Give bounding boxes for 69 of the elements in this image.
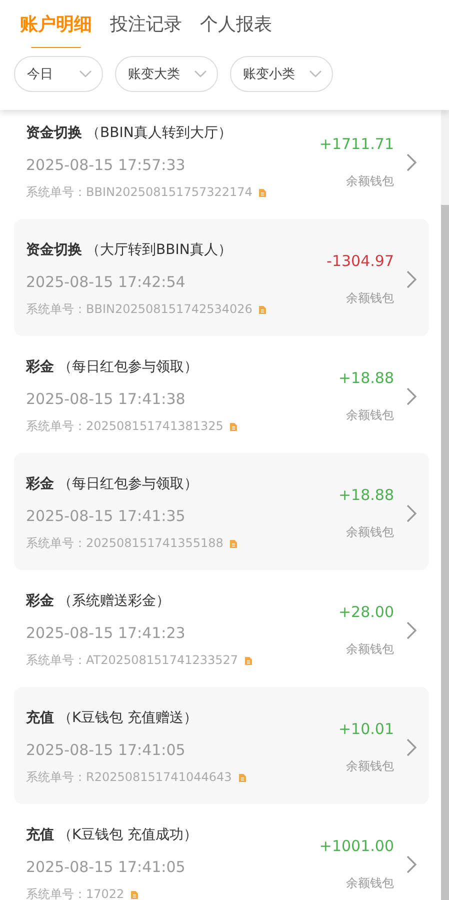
wallet-label: 余额钱包	[346, 641, 394, 658]
wallet-label: 余额钱包	[346, 290, 394, 307]
order-number: 系统单号：AT202508151741233527	[26, 652, 238, 669]
copy-icon[interactable]	[229, 538, 238, 548]
chevron-right-icon[interactable]	[406, 270, 417, 289]
record-note: （每日红包参与领取）	[58, 359, 198, 375]
record-title: 彩金	[26, 593, 54, 609]
filter-dropdown[interactable]: 今日	[14, 56, 103, 92]
chevron-down-icon	[194, 70, 207, 78]
record-time: 2025-08-15 17:41:35	[26, 507, 186, 525]
record-amount: +18.88	[338, 486, 394, 504]
record-amount: +28.00	[338, 603, 394, 621]
record-amount: +1711.71	[319, 135, 394, 153]
wallet-label: 余额钱包	[346, 875, 394, 892]
record-note: （K豆钱包 充值成功）	[58, 827, 198, 843]
wallet-label: 余额钱包	[346, 407, 394, 424]
wallet-label: 余额钱包	[346, 524, 394, 541]
chevron-down-icon	[309, 70, 322, 78]
copy-icon[interactable]	[258, 188, 268, 198]
chevron-right-icon[interactable]	[406, 504, 417, 523]
wallet-label: 余额钱包	[346, 758, 394, 775]
copy-icon[interactable]	[238, 772, 247, 782]
chevron-right-icon[interactable]	[406, 738, 417, 757]
record-time: 2025-08-15 17:42:54	[26, 273, 186, 291]
order-number: 系统单号：BBIN202508151742534026	[26, 301, 252, 318]
record-title: 彩金	[26, 359, 54, 375]
record-note: （大厅转到BBIN真人）	[86, 242, 232, 258]
record-time: 2025-08-15 17:57:33	[26, 156, 186, 174]
record-title: 彩金	[26, 476, 54, 492]
order-number: 系统单号：202508151741381325	[26, 418, 224, 435]
record-card[interactable]: 充值 （K豆钱包 充值赠送） 2025-08-15 17:41:05 系统单号：R202508151741044643 +10.01 余额钱包	[14, 687, 429, 804]
order-number: 系统单号：202508151741355188	[26, 535, 224, 552]
copy-icon[interactable]	[130, 890, 140, 900]
tab[interactable]: 个人报表	[200, 12, 272, 38]
record-note: （系统赠送彩金）	[58, 593, 170, 609]
chevron-down-icon	[79, 70, 92, 78]
record-time: 2025-08-15 17:41:38	[26, 390, 186, 408]
record-time: 2025-08-15 17:41:05	[26, 741, 186, 759]
order-number: 系统单号：BBIN202508151757322174	[26, 184, 252, 201]
copy-icon[interactable]	[229, 422, 238, 432]
wallet-label: 余额钱包	[346, 173, 394, 190]
record-amount: +18.88	[338, 369, 394, 387]
record-title: 充值	[26, 827, 54, 843]
record-title: 资金切换	[26, 242, 82, 258]
record-title: 资金切换	[26, 125, 82, 141]
filter-dropdown[interactable]: 账变小类	[230, 56, 333, 92]
record-note: （每日红包参与领取）	[58, 476, 198, 492]
record-note: （BBIN真人转到大厅）	[86, 125, 232, 141]
record-title: 充值	[26, 710, 54, 726]
record-time: 2025-08-15 17:41:23	[26, 624, 186, 642]
record-card[interactable]: 资金切换 （大厅转到BBIN真人） 2025-08-15 17:42:54 系统单号：BBIN202508151742534026 -1304.97 余额钱包	[14, 219, 429, 336]
chevron-right-icon[interactable]	[406, 855, 417, 874]
scrollbar[interactable]	[441, 110, 449, 900]
chevron-right-icon[interactable]	[406, 387, 417, 406]
copy-icon[interactable]	[258, 304, 268, 314]
chevron-right-icon[interactable]	[406, 153, 417, 172]
record-note: （K豆钱包 充值赠送）	[58, 710, 198, 726]
record-amount: +1001.00	[319, 837, 394, 855]
record-time: 2025-08-15 17:41:05	[26, 858, 186, 876]
order-number: 系统单号：R202508151741044643	[26, 769, 232, 786]
tab[interactable]: 投注记录	[110, 12, 182, 38]
order-number: 系统单号：17022	[26, 886, 124, 900]
record-card[interactable]: 彩金 （每日红包参与领取） 2025-08-15 17:41:35 系统单号：202508151741355188 +18.88 余额钱包	[14, 453, 429, 570]
copy-icon[interactable]	[244, 656, 254, 666]
record-amount: +10.01	[338, 720, 394, 738]
record-amount: -1304.97	[326, 252, 394, 270]
tab-underline	[31, 47, 81, 48]
chevron-right-icon[interactable]	[406, 621, 417, 640]
filter-dropdown[interactable]: 账变大类	[115, 56, 218, 92]
